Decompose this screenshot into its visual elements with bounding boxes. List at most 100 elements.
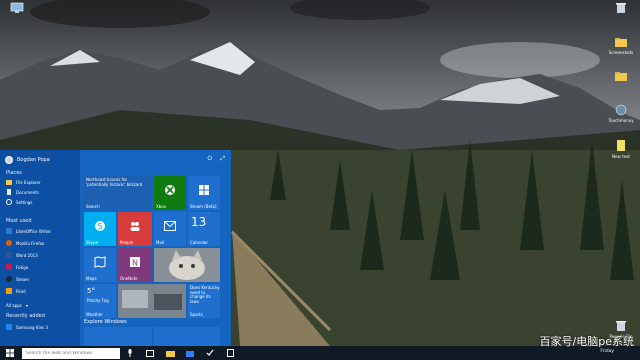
skype-icon: S bbox=[95, 221, 105, 232]
tile-people[interactable]: People bbox=[118, 212, 152, 246]
tile-weather[interactable]: 5° Patchy Fog Weather bbox=[84, 284, 116, 318]
samsung-kies-icon bbox=[6, 324, 12, 330]
watermark: 百家号/电脑pe系统 bbox=[539, 335, 634, 348]
desktop-icon-toolbox[interactable] bbox=[606, 70, 636, 84]
tile-news[interactable]: Northeast braces for 'potentially histor… bbox=[84, 176, 152, 210]
folder-icon bbox=[6, 180, 12, 185]
recycle-bin-icon bbox=[616, 3, 626, 13]
tile-label: Maps bbox=[86, 276, 97, 281]
menu-item-label: Documents bbox=[16, 189, 39, 195]
tile-label: Weather bbox=[86, 312, 103, 317]
menu-item-libreoffice-writer[interactable]: LibreOffice Writer bbox=[6, 226, 78, 236]
tile-explore-2[interactable] bbox=[154, 327, 220, 346]
mail-icon bbox=[164, 221, 176, 232]
tile-sports[interactable]: Does Kentucky need to change its laws Sp… bbox=[188, 284, 220, 318]
desktop-icon-screenshots[interactable]: Screenshots bbox=[606, 36, 636, 55]
cortana-button[interactable] bbox=[120, 346, 140, 360]
tile-onenote[interactable]: N OneNote bbox=[118, 248, 152, 282]
tile-calendar[interactable]: 13 Calendar bbox=[188, 212, 220, 246]
tile-news-photo[interactable] bbox=[118, 284, 186, 318]
menu-item-word-2013[interactable]: Word 2013 bbox=[6, 250, 78, 260]
sports-headline: Does Kentucky need to change its laws bbox=[190, 285, 220, 304]
touchmonoy-icon bbox=[615, 104, 627, 116]
menu-item-samsung-kies[interactable]: Samsung Kies 3 bbox=[6, 322, 78, 332]
menu-item-fotigo[interactable]: Fotigo bbox=[6, 262, 78, 272]
weather-condition: Patchy Fog bbox=[87, 298, 109, 303]
gear-icon bbox=[6, 199, 12, 205]
menu-item-label: Fotigo bbox=[16, 264, 29, 270]
new-text-icon bbox=[617, 140, 625, 151]
fotigo-icon bbox=[6, 264, 12, 270]
tile-xbox[interactable]: Xbox bbox=[154, 176, 186, 210]
expand-icon[interactable]: ⤢ bbox=[220, 155, 225, 163]
menu-item-mozilla-firefox[interactable]: Mozilla Firefox bbox=[6, 238, 78, 248]
menu-item-label: Samsung Kies 3 bbox=[16, 324, 48, 330]
tile-label: Calendar bbox=[190, 240, 208, 245]
people-icon bbox=[130, 222, 140, 232]
tile-label: Xbox bbox=[156, 204, 166, 209]
menu-item-documents[interactable]: Documents bbox=[6, 187, 78, 197]
tile-skype[interactable]: S Skype bbox=[84, 212, 116, 246]
tile-explore-1[interactable] bbox=[84, 327, 152, 346]
tile-label: Skype bbox=[86, 240, 99, 245]
toolbox-folder-icon bbox=[615, 72, 627, 81]
menu-item-file-explorer[interactable]: File Explorer bbox=[6, 177, 78, 187]
steam-icon bbox=[6, 276, 12, 282]
recycle-bin-bottom-icon bbox=[616, 321, 626, 331]
menu-item-paint[interactable]: Paint bbox=[6, 286, 78, 296]
search-input[interactable] bbox=[22, 347, 120, 359]
places-heading: Places bbox=[6, 170, 22, 176]
xbox-icon bbox=[165, 185, 175, 196]
taskbar-app-doc[interactable] bbox=[220, 346, 240, 360]
menu-item-label: Mozilla Firefox bbox=[16, 240, 45, 246]
menu-item-settings[interactable]: Settings bbox=[6, 197, 78, 207]
taskbar-app-check[interactable] bbox=[200, 346, 220, 360]
tile-label: Steam (Beta) bbox=[190, 204, 217, 209]
desktop-icon-recycle-bin[interactable] bbox=[606, 2, 636, 16]
chevron-down-icon: ▾ bbox=[25, 302, 28, 308]
user-account[interactable]: Bogdan Popa bbox=[5, 155, 50, 165]
tile-steam-beta[interactable]: Steam (Beta) bbox=[188, 176, 220, 210]
desktop-icon-this-pc[interactable] bbox=[2, 2, 32, 16]
weather-temp: 5° bbox=[87, 287, 95, 295]
desktop-icon-touchmonoy[interactable]: Touchmonoy bbox=[606, 104, 636, 123]
onenote-icon: N bbox=[130, 257, 140, 268]
menu-item-label: Word 2013 bbox=[16, 252, 38, 258]
maps-icon bbox=[94, 256, 106, 268]
screenshots-folder-icon bbox=[615, 38, 627, 47]
menu-item-label: Settings bbox=[16, 199, 33, 205]
task-view-icon bbox=[146, 349, 154, 357]
tile-maps[interactable]: Maps bbox=[84, 248, 116, 282]
avatar bbox=[5, 156, 13, 164]
all-apps-button[interactable]: All apps ▾ bbox=[6, 300, 78, 310]
start-menu: Bogdan Popa Places File Explorer Documen… bbox=[0, 150, 231, 346]
news-photo bbox=[118, 284, 186, 318]
tray-clock[interactable]: Friday bbox=[600, 349, 614, 354]
recently-added-heading: Recently added bbox=[6, 313, 45, 319]
desktop-icon-new-text[interactable]: New text bbox=[606, 140, 636, 159]
desktop-icon-label: New text bbox=[612, 154, 630, 159]
menu-item-label: LibreOffice Writer bbox=[16, 228, 52, 234]
power-icon[interactable]: ⏻ bbox=[207, 155, 212, 163]
cat-photo bbox=[154, 248, 220, 282]
menu-item-steam[interactable]: Steam bbox=[6, 274, 78, 284]
most-used-heading: Most used bbox=[6, 218, 32, 224]
menu-item-label: File Explorer bbox=[16, 179, 41, 185]
menu-item-label: Paint bbox=[16, 288, 26, 294]
tile-label: Sports bbox=[190, 312, 203, 317]
document-icon bbox=[226, 349, 234, 357]
taskbar-file-explorer[interactable] bbox=[160, 346, 180, 360]
task-view-button[interactable] bbox=[140, 346, 160, 360]
tile-mail[interactable]: Mail bbox=[154, 212, 186, 246]
desktop-icon-label: Screenshots bbox=[608, 50, 634, 55]
tile-label: People bbox=[120, 240, 134, 245]
firefox-icon bbox=[6, 240, 12, 246]
start-button[interactable] bbox=[0, 346, 20, 360]
tile-photos[interactable] bbox=[154, 248, 220, 282]
folder-icon bbox=[165, 350, 175, 357]
tile-label: OneNote bbox=[120, 276, 138, 281]
taskbar-store[interactable] bbox=[180, 346, 200, 360]
explore-windows-heading: Explore Windows bbox=[84, 319, 127, 325]
user-name: Bogdan Popa bbox=[17, 157, 50, 163]
paint-icon bbox=[6, 288, 12, 294]
